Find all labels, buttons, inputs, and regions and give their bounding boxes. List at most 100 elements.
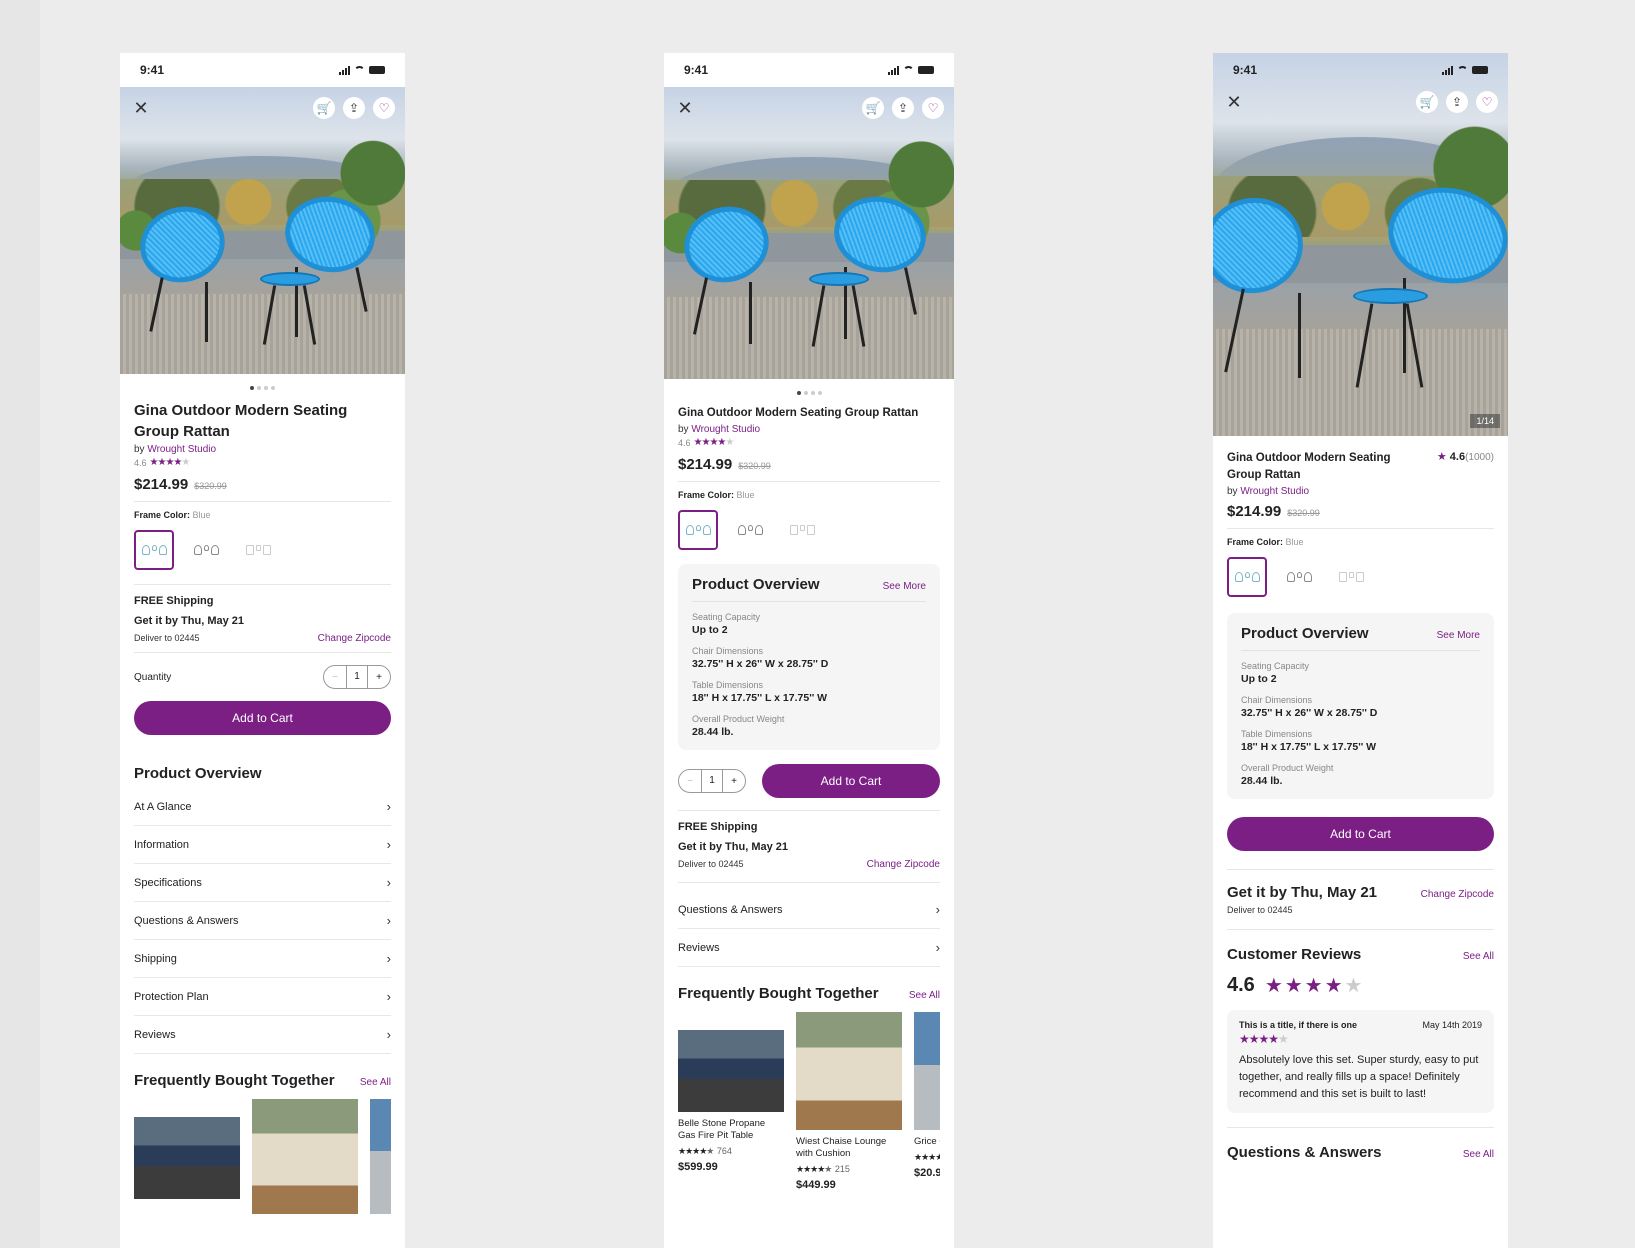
list-item-questions-answers[interactable]: Questions & Answers › xyxy=(678,891,940,929)
minus-button[interactable]: − xyxy=(324,672,346,683)
swatch-white[interactable] xyxy=(782,510,822,550)
cart-icon[interactable]: 🛒 xyxy=(862,97,884,119)
list-item-questions-answers[interactable]: Questions & Answers › xyxy=(134,902,391,940)
spec-label: Chair Dimensions xyxy=(1241,695,1313,705)
quantity-value[interactable]: 1 xyxy=(701,770,723,792)
rating[interactable]: ★ 4.6(1000) xyxy=(1437,450,1494,484)
product-image[interactable]: ✕ 🛒 ⇪ ♡ xyxy=(120,87,405,374)
review-card[interactable]: This is a title, if there is one May 14t… xyxy=(1227,1010,1494,1113)
image-pagination[interactable] xyxy=(664,391,954,395)
reviews-see-all[interactable]: See All xyxy=(1463,951,1494,962)
fbt-see-all[interactable]: See All xyxy=(360,1077,391,1088)
product-title: Gina Outdoor Modern Seating Group Rattan xyxy=(1227,452,1391,481)
minus-button[interactable]: − xyxy=(679,776,701,787)
product-image[interactable]: ✕ 🛒 ⇪ ♡ xyxy=(664,87,954,379)
fbt-card[interactable]: Belle Stone Propane Gas Fire Pit Table ★… xyxy=(678,1012,784,1191)
image-pagination[interactable] xyxy=(120,386,405,390)
quantity-stepper[interactable]: − 1 + xyxy=(678,769,746,793)
reviews-header: Customer Reviews See All xyxy=(1227,946,1494,963)
fbt-card[interactable] xyxy=(370,1099,391,1214)
list-item-information[interactable]: Information › xyxy=(134,826,391,864)
add-to-cart-button[interactable]: Add to Cart xyxy=(134,701,391,735)
add-to-cart-button[interactable]: Add to Cart xyxy=(1227,817,1494,851)
change-zipcode-link[interactable]: Change Zipcode xyxy=(1421,889,1494,900)
list-item-reviews[interactable]: Reviews › xyxy=(678,929,940,967)
status-bar: 9:41 xyxy=(1213,53,1508,87)
see-more-link[interactable]: See More xyxy=(883,581,926,592)
close-icon[interactable]: ✕ xyxy=(674,97,696,119)
heart-icon[interactable]: ♡ xyxy=(922,97,944,119)
color-swatches xyxy=(678,510,940,550)
fbt-item-price: $449.99 xyxy=(796,1179,836,1191)
fbt-card[interactable]: Wiest Chaise Lounge with Cushion ★★★★★ 2… xyxy=(796,1012,902,1191)
chevron-right-icon: › xyxy=(386,1027,391,1042)
cart-icon[interactable]: 🛒 xyxy=(313,97,335,119)
swatch-gray[interactable] xyxy=(730,510,770,550)
swatch-white[interactable] xyxy=(238,530,278,570)
fbt-item-price: $20.99 xyxy=(914,1167,940,1179)
product-image[interactable]: ✕ 🛒 ⇪ ♡ 1/14 xyxy=(1213,53,1508,436)
fbt-card[interactable]: Grice C ★★★★ $20.99 xyxy=(914,1012,940,1191)
cart-icon[interactable]: 🛒 xyxy=(1416,91,1438,113)
delivery-date: Get it by Thu, May 21 xyxy=(1227,884,1378,901)
fbt-item-price: $599.99 xyxy=(678,1161,718,1173)
list-item-reviews[interactable]: Reviews › xyxy=(134,1016,391,1054)
signal-icon xyxy=(888,65,899,75)
share-icon[interactable]: ⇪ xyxy=(1446,91,1468,113)
list-item-shipping[interactable]: Shipping › xyxy=(134,940,391,978)
battery-icon xyxy=(918,66,934,74)
fbt-see-all[interactable]: See All xyxy=(909,990,940,1001)
price-row: $214.99 $320.99 xyxy=(134,476,391,493)
heart-icon[interactable]: ♡ xyxy=(1476,91,1498,113)
fbt-title: Frequently Bought Together xyxy=(678,985,879,1002)
quantity-label: Quantity xyxy=(134,671,172,683)
spec-label: Seating Capacity xyxy=(1241,661,1310,671)
close-icon[interactable]: ✕ xyxy=(130,97,152,119)
plus-button[interactable]: + xyxy=(723,776,745,787)
brand-link[interactable]: Wrought Studio xyxy=(691,424,760,435)
share-icon[interactable]: ⇪ xyxy=(892,97,914,119)
plus-button[interactable]: + xyxy=(368,672,390,683)
share-icon[interactable]: ⇪ xyxy=(343,97,365,119)
fbt-header: Frequently Bought Together See All xyxy=(134,1072,391,1089)
close-icon[interactable]: ✕ xyxy=(1223,91,1245,113)
brand-line: by Wrought Studio xyxy=(134,444,217,455)
list-item-at-a-glance[interactable]: At A Glance › xyxy=(134,788,391,826)
status-time: 9:41 xyxy=(140,63,165,77)
see-more-link[interactable]: See More xyxy=(1437,630,1480,641)
fbt-title: Frequently Bought Together xyxy=(134,1072,335,1089)
brand-link[interactable]: Wrought Studio xyxy=(147,444,216,455)
product-title: Gina Outdoor Modern Seating Group Rattan xyxy=(678,407,919,419)
page-margin xyxy=(0,0,40,1248)
heart-icon[interactable]: ♡ xyxy=(373,97,395,119)
fbt-card[interactable] xyxy=(252,1099,358,1214)
quantity-value[interactable]: 1 xyxy=(346,666,368,688)
chevron-right-icon: › xyxy=(386,875,391,890)
swatch-blue[interactable] xyxy=(678,510,718,550)
swatch-gray[interactable] xyxy=(1279,557,1319,597)
quantity-stepper[interactable]: − 1 + xyxy=(323,665,391,689)
add-to-cart-button[interactable]: Add to Cart xyxy=(762,764,940,798)
frame-color-label: Frame Color: Blue xyxy=(1227,537,1304,547)
rating[interactable]: 4.6 ★★★★★ xyxy=(678,437,940,448)
swatch-blue[interactable] xyxy=(134,530,174,570)
star-rating-icon: ★★★★ xyxy=(796,1164,825,1174)
fbt-item-rating: ★★★★ xyxy=(914,1152,940,1163)
rating[interactable]: 4.6 ★★★★★ xyxy=(134,457,391,468)
product-title: Gina Outdoor Modern Seating Group Rattan xyxy=(134,402,348,440)
star-rating-icon: ★★★★ xyxy=(914,1152,940,1162)
swatch-gray[interactable] xyxy=(186,530,226,570)
fbt-carousel[interactable]: Belle Stone Propane Gas Fire Pit Table ★… xyxy=(678,1012,940,1191)
chevron-right-icon: › xyxy=(935,940,940,955)
brand-link[interactable]: Wrought Studio xyxy=(1240,486,1309,497)
fbt-carousel[interactable] xyxy=(134,1099,391,1214)
change-zipcode-link[interactable]: Change Zipcode xyxy=(318,633,391,644)
swatch-white[interactable] xyxy=(1331,557,1371,597)
change-zipcode-link[interactable]: Change Zipcode xyxy=(867,859,940,870)
list-item-specifications[interactable]: Specifications › xyxy=(134,864,391,902)
fbt-card[interactable] xyxy=(134,1099,240,1214)
qa-see-all[interactable]: See All xyxy=(1463,1149,1494,1160)
swatch-blue[interactable] xyxy=(1227,557,1267,597)
spec-value: 32.75'' H x 26'' W x 28.75'' D xyxy=(692,658,829,670)
list-item-protection-plan[interactable]: Protection Plan › xyxy=(134,978,391,1016)
